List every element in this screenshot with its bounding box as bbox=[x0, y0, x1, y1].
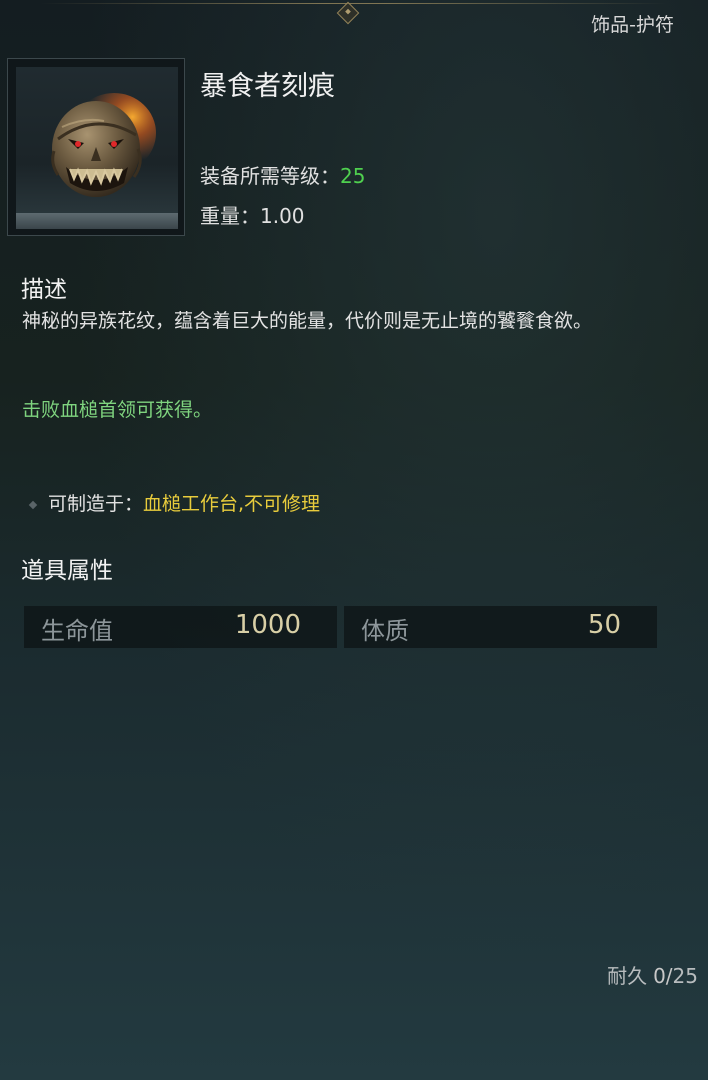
top-border-line bbox=[40, 3, 668, 4]
description-text: 神秘的异族花纹，蕴含着巨大的能量，代价则是无止境的饕餮食欲。 bbox=[22, 310, 593, 332]
properties-title: 道具属性 bbox=[21, 558, 113, 584]
attribute-value: 50 bbox=[587, 610, 621, 640]
item-name: 暴食者刻痕 bbox=[200, 71, 335, 102]
attribute-value: 1000 bbox=[234, 610, 301, 640]
demon-mask-talisman-icon bbox=[51, 93, 156, 197]
crafting-value: 血槌工作台,不可修理 bbox=[143, 493, 321, 515]
required-level-value: 25 bbox=[340, 164, 366, 188]
weight-row: 重量：1.00 bbox=[200, 200, 305, 229]
required-level-label: 装备所需等级： bbox=[200, 164, 340, 188]
attribute-box-health: 生命值 1000 bbox=[24, 606, 337, 648]
durability-readout: 耐久 0/25 bbox=[607, 960, 698, 989]
required-level-row: 装备所需等级：25 bbox=[200, 160, 365, 189]
weight-value: 1.00 bbox=[260, 204, 305, 228]
attribute-name: 生命值 bbox=[41, 617, 113, 645]
durability-label: 耐久 bbox=[607, 964, 648, 988]
attribute-box-constitution: 体质 50 bbox=[344, 606, 657, 648]
item-icon-frame bbox=[7, 58, 185, 236]
top-ornament-icon bbox=[336, 1, 360, 25]
description-title: 描述 bbox=[21, 277, 67, 303]
attribute-name: 体质 bbox=[361, 617, 409, 645]
item-icon-slot bbox=[16, 67, 178, 229]
durability-current: 0/ bbox=[653, 964, 673, 988]
crafting-label: 可制造于： bbox=[48, 493, 144, 515]
weight-label: 重量： bbox=[200, 204, 260, 228]
item-category: 饰品-护符 bbox=[591, 14, 674, 36]
bullet-icon bbox=[28, 500, 38, 509]
item-tooltip-panel: 饰品-护符 暴食者刻痕 装备所需等级：25 重量：1.00 描述 神秘的异族花纹… bbox=[0, 0, 708, 1080]
durability-max: 25 bbox=[672, 964, 698, 988]
obtain-source-text: 击败血槌首领可获得。 bbox=[22, 399, 213, 421]
crafting-row: 可制造于：血槌工作台,不可修理 bbox=[28, 489, 321, 516]
